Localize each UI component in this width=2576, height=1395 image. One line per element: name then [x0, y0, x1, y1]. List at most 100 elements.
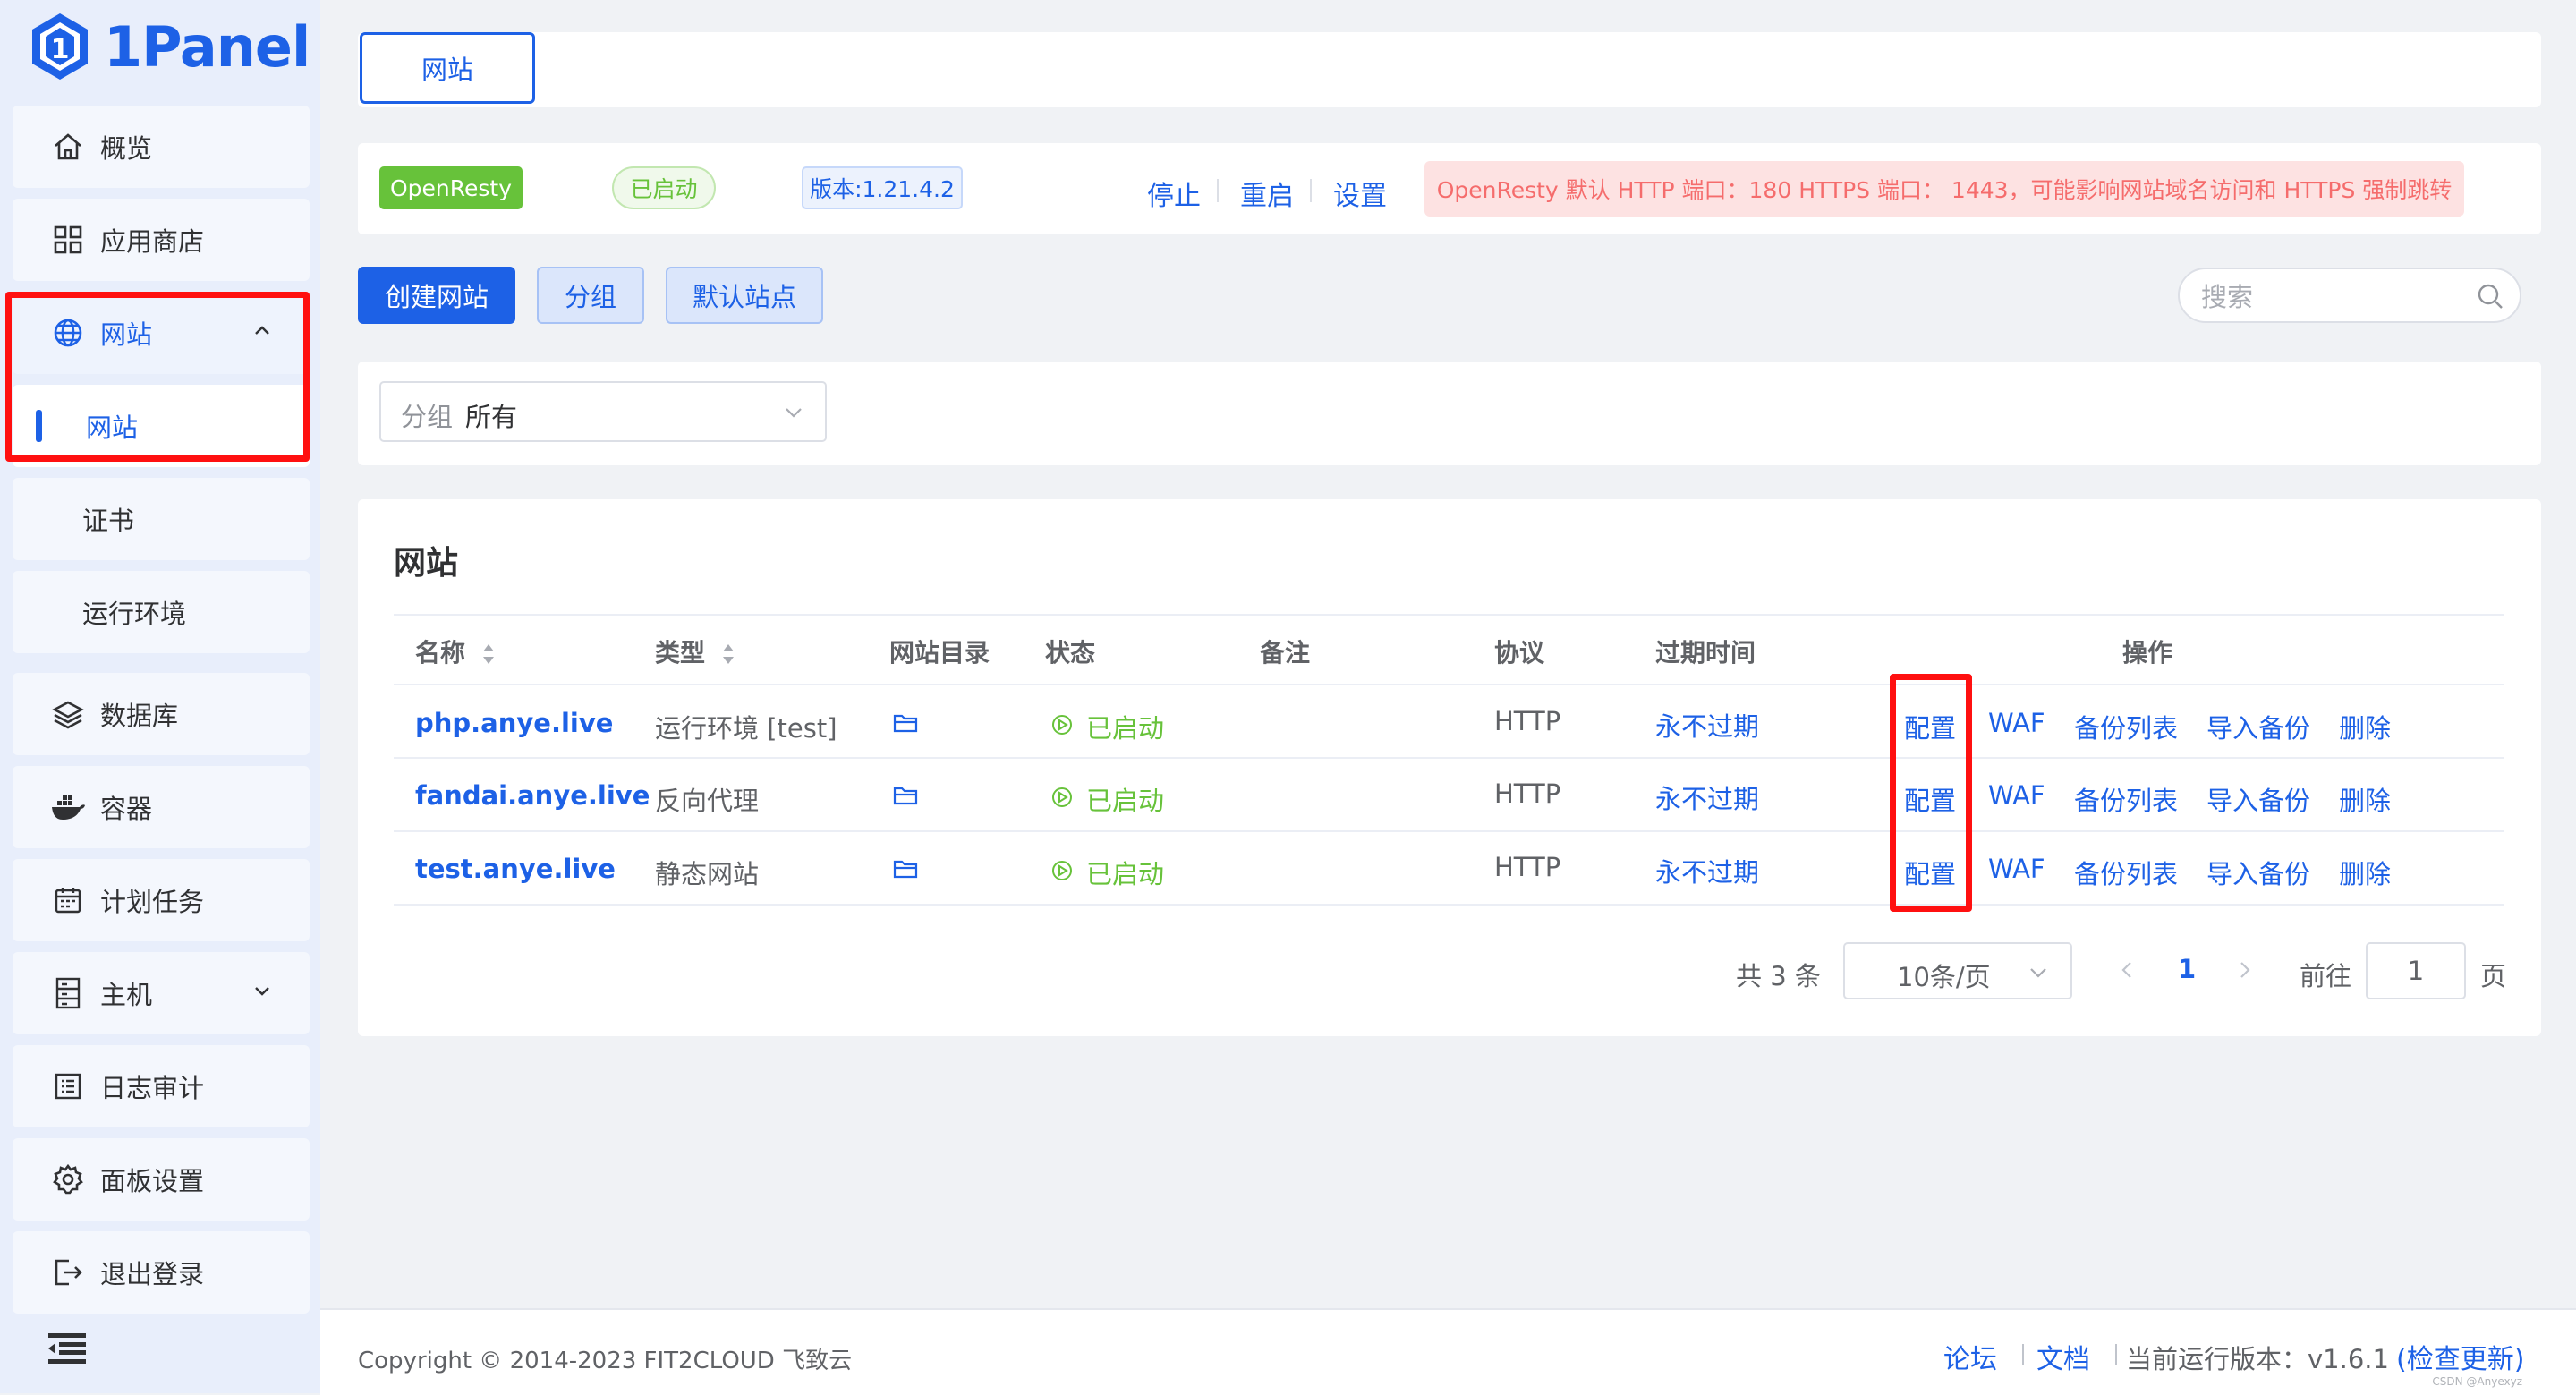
sort-icon[interactable]	[721, 642, 735, 667]
search-box[interactable]	[2178, 268, 2521, 323]
server-icon	[50, 975, 86, 1011]
page-size-select[interactable]: 10条/页	[1843, 942, 2072, 999]
sidebar-item-host[interactable]: 主机	[13, 952, 310, 1034]
chevron-down-icon	[786, 408, 802, 418]
sidebar-item-database[interactable]: 数据库	[13, 673, 310, 755]
check-update-link[interactable]: (检查更新)	[2396, 1337, 2524, 1376]
port-warning-alert: OpenResty 默认 HTTP 端口：180 HTTPS 端口： 1443，…	[1424, 161, 2464, 217]
sidebar-item-certificate[interactable]: 证书	[13, 478, 310, 560]
column-header-name[interactable]: 名称	[415, 634, 496, 669]
search-input[interactable]	[2199, 280, 2471, 314]
stop-button[interactable]: 停止	[1147, 174, 1201, 213]
create-website-button[interactable]: 创建网站	[358, 267, 515, 324]
pagination-total: 共 3 条	[1736, 961, 1821, 991]
waf-button[interactable]: WAF	[1988, 708, 2045, 738]
website-type: 反向代理	[655, 786, 760, 816]
website-name-link[interactable]: fandai.anye.live	[415, 780, 650, 811]
delete-button[interactable]: 删除	[2339, 854, 2391, 891]
website-status[interactable]: 已启动	[1086, 854, 1164, 891]
tab-website[interactable]: 网站	[360, 32, 535, 104]
calendar-icon	[50, 882, 86, 918]
backup-list-button[interactable]: 备份列表	[2074, 708, 2178, 745]
column-header-type[interactable]: 类型	[655, 634, 735, 669]
sidebar-item-label: 主机	[100, 980, 153, 1010]
sidebar-item-log-audit[interactable]: 日志审计	[13, 1045, 310, 1127]
page-number-current[interactable]: 1	[2178, 954, 2196, 984]
running-status-icon	[1052, 715, 1072, 735]
logo-icon: 1	[32, 13, 88, 80]
website-status[interactable]: 已启动	[1086, 708, 1164, 745]
expire-time-link[interactable]: 永不过期	[1655, 706, 1759, 744]
sidebar-item-label: 数据库	[100, 701, 179, 731]
sidebar-item-label: 面板设置	[100, 1166, 205, 1196]
footer: Copyright © 2014-2023 FIT2CLOUD 飞致云 论坛 文…	[320, 1308, 2576, 1395]
docker-icon	[50, 789, 86, 825]
expire-time-link[interactable]: 永不过期	[1655, 778, 1759, 816]
active-indicator	[36, 410, 42, 442]
chevron-up-icon	[255, 326, 269, 335]
page-suffix: 页	[2480, 961, 2507, 991]
sidebar-item-label: 证书	[82, 506, 135, 536]
divider	[1310, 179, 1312, 202]
expire-time-link[interactable]: 永不过期	[1655, 852, 1759, 889]
sidebar-item-container[interactable]: 容器	[13, 766, 310, 848]
status-badge: 已启动	[612, 166, 716, 209]
import-backup-button[interactable]: 导入备份	[2206, 854, 2310, 891]
waf-button[interactable]: WAF	[1988, 780, 2045, 811]
default-site-button[interactable]: 默认站点	[666, 267, 823, 324]
sidebar-item-website-group[interactable]: 网站	[13, 292, 310, 374]
sort-icon[interactable]	[481, 642, 496, 667]
sidebar-item-website[interactable]: 网站	[13, 385, 310, 467]
table-row-divider	[394, 830, 2504, 832]
next-page-icon[interactable]	[2233, 959, 2255, 981]
website-protocol: HTTP	[1494, 778, 1561, 809]
folder-icon[interactable]	[893, 712, 918, 734]
sidebar-item-panel-settings[interactable]: 面板设置	[13, 1138, 310, 1221]
backup-list-button[interactable]: 备份列表	[2074, 780, 2178, 818]
backup-list-button[interactable]: 备份列表	[2074, 854, 2178, 891]
folder-icon[interactable]	[893, 785, 918, 806]
website-name-link[interactable]: test.anye.live	[415, 854, 616, 884]
column-header-remark: 备注	[1260, 638, 1311, 668]
divider	[2115, 1344, 2117, 1365]
log-icon	[50, 1068, 86, 1104]
column-header-protocol: 协议	[1494, 638, 1545, 668]
website-protocol: HTTP	[1494, 706, 1561, 736]
docs-link[interactable]: 文档	[2036, 1337, 2090, 1376]
collapse-sidebar-icon[interactable]	[48, 1333, 86, 1364]
config-button[interactable]: 配置	[1904, 708, 1956, 745]
config-button[interactable]: 配置	[1904, 854, 1956, 891]
config-button[interactable]: 配置	[1904, 780, 1956, 818]
sidebar-item-overview[interactable]: 概览	[13, 106, 310, 188]
sidebar-item-logout[interactable]: 退出登录	[13, 1231, 310, 1314]
tabs-bar	[358, 32, 2541, 107]
import-backup-button[interactable]: 导入备份	[2206, 780, 2310, 818]
website-name-link[interactable]: php.anye.live	[415, 708, 613, 738]
search-icon[interactable]	[2477, 283, 2504, 310]
globe-icon	[50, 315, 86, 351]
goto-label: 前往	[2300, 961, 2352, 991]
website-status[interactable]: 已启动	[1086, 780, 1164, 818]
folder-icon[interactable]	[893, 858, 918, 880]
delete-button[interactable]: 删除	[2339, 708, 2391, 745]
logo[interactable]: 1 1Panel	[29, 9, 310, 84]
sidebar-item-app-store[interactable]: 应用商店	[13, 199, 310, 281]
waf-button[interactable]: WAF	[1988, 854, 2045, 884]
group-filter-select[interactable]: 分组 所有	[379, 381, 827, 442]
goto-page-input[interactable]	[2366, 942, 2466, 999]
forum-link[interactable]: 论坛	[1943, 1337, 1997, 1376]
import-backup-button[interactable]: 导入备份	[2206, 708, 2310, 745]
sidebar-item-label: 计划任务	[100, 887, 205, 917]
sidebar-item-cronjob[interactable]: 计划任务	[13, 859, 310, 941]
sidebar-item-runtime[interactable]: 运行环境	[13, 571, 310, 653]
delete-button[interactable]: 删除	[2339, 780, 2391, 818]
prev-page-icon[interactable]	[2117, 959, 2138, 981]
restart-button[interactable]: 重启	[1240, 174, 1294, 213]
group-button[interactable]: 分组	[537, 267, 644, 324]
settings-button[interactable]: 设置	[1333, 174, 1387, 213]
website-type: 运行环境 [test]	[655, 713, 837, 744]
logout-icon	[50, 1255, 86, 1290]
version-text: 当前运行版本：v1.6.1	[2126, 1344, 2389, 1374]
running-status-icon	[1052, 861, 1072, 880]
tab-label: 网站	[421, 55, 473, 85]
